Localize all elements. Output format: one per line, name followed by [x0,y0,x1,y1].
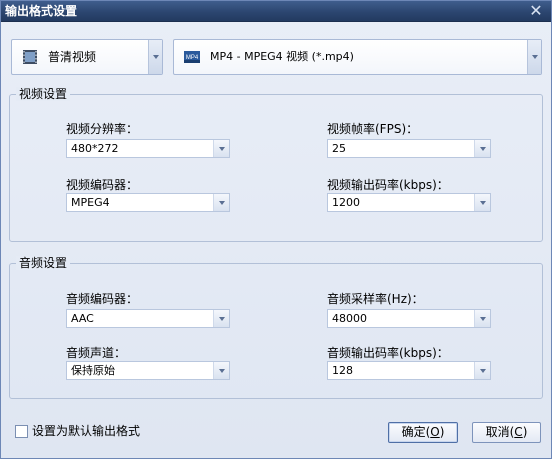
video-resolution-arrow[interactable] [213,140,229,157]
audio-encoder-label: 音频编码器： [66,292,139,306]
chevron-down-icon [479,316,486,321]
video-fps-value: 25 [332,142,346,155]
audio-samplerate-value: 48000 [332,312,367,325]
format-dropdown-arrow[interactable] [527,40,541,74]
audio-channel-value: 保持原始 [71,364,115,377]
title-bar[interactable]: 输出格式设置 ✕ [1,1,551,22]
mp4-icon-text: MP4 [186,55,199,61]
video-category-dropdown[interactable]: 普清视频 [11,39,163,75]
audio-samplerate-arrow[interactable] [474,310,490,327]
chevron-down-icon [479,146,486,151]
ok-button-hotkey: O [430,425,440,439]
video-encoder-value: MPEG4 [71,196,110,209]
audio-settings-title: 音频设置 [16,256,71,270]
video-fps-label: 视频帧率(FPS)： [327,122,419,136]
video-resolution-select[interactable]: 480*272 [66,139,230,158]
audio-samplerate-label: 音频采样率(Hz)： [327,292,424,306]
chevron-down-icon [218,368,225,373]
ok-button-text: 确定( [401,425,431,439]
video-category-label: 普清视频 [48,50,97,64]
audio-encoder-select[interactable]: AAC [66,309,230,328]
cancel-button-close: ) [522,425,528,439]
video-resolution-value: 480*272 [71,142,119,155]
chevron-down-icon [531,55,538,59]
video-settings-title: 视频设置 [16,87,71,101]
video-fps-select[interactable]: 25 [327,139,491,158]
audio-encoder-arrow[interactable] [213,310,229,327]
video-bitrate-select[interactable]: 1200 [327,193,491,212]
video-encoder-select[interactable]: MPEG4 [66,193,230,212]
audio-bitrate-arrow[interactable] [474,362,490,379]
video-resolution-label: 视频分辨率： [66,122,139,136]
audio-encoder-value: AAC [71,312,94,325]
chevron-down-icon [479,368,486,373]
output-format-dropdown[interactable]: MP4 MP4 - MPEG4 视频 (*.mp4) [173,39,542,75]
video-encoder-arrow[interactable] [213,194,229,211]
video-bitrate-value: 1200 [332,196,360,209]
video-settings-group: 视频设置 视频分辨率： 480*272 视频帧率(FPS)： 25 视频编码器：… [9,87,543,242]
audio-settings-group: 音频设置 音频编码器： AAC 音频采样率(Hz)： 48000 音频声道： 保… [9,256,543,399]
output-format-label: MP4 - MPEG4 视频 (*.mp4) [210,50,354,63]
audio-channel-select[interactable]: 保持原始 [66,361,230,380]
output-format-dialog: 输出格式设置 ✕ 普清视频 MP4 MP4 - MPEG4 视频 (*.mp4) [0,0,552,459]
chevron-down-icon [218,146,225,151]
video-bitrate-arrow[interactable] [474,194,490,211]
cancel-button-text: 取消( [485,425,515,439]
category-dropdown-arrow[interactable] [148,40,162,74]
default-format-checkbox[interactable] [15,425,28,438]
close-icon[interactable]: ✕ [527,2,545,20]
film-icon [23,50,37,64]
audio-channel-label: 音频声道： [66,346,127,360]
audio-bitrate-value: 128 [332,364,353,377]
mp4-icon: MP4 [184,51,200,63]
audio-channel-arrow[interactable] [213,362,229,379]
audio-samplerate-select[interactable]: 48000 [327,309,491,328]
cancel-button[interactable]: 取消(C) [472,422,541,443]
video-encoder-label: 视频编码器： [66,178,139,192]
video-bitrate-label: 视频输出码率(kbps)： [327,178,449,192]
default-format-label[interactable]: 设置为默认输出格式 [32,424,140,438]
cancel-button-hotkey: C [514,425,523,439]
audio-bitrate-label: 音频输出码率(kbps)： [327,346,449,360]
chevron-down-icon [479,200,486,205]
ok-button[interactable]: 确定(O) [388,422,458,443]
chevron-down-icon [218,316,225,321]
chevron-down-icon [218,200,225,205]
window-title: 输出格式设置 [5,4,78,18]
chevron-down-icon [152,55,159,59]
audio-bitrate-select[interactable]: 128 [327,361,491,380]
ok-button-close: ) [439,425,445,439]
video-fps-arrow[interactable] [474,140,490,157]
